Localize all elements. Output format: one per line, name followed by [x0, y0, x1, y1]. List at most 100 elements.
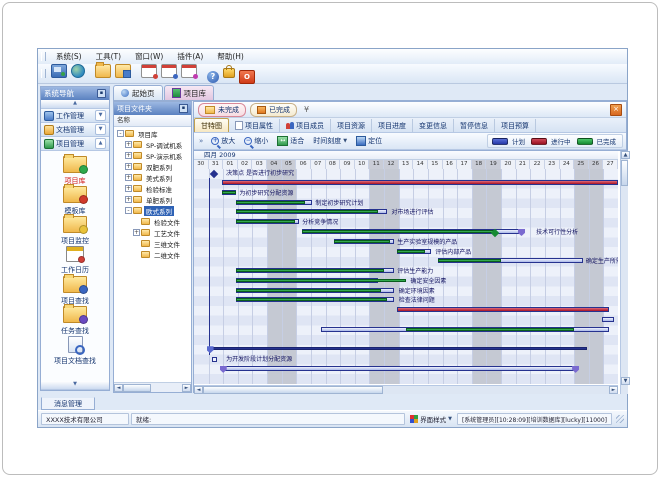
sidebar-section-proj[interactable]: 项目管理▲	[41, 137, 109, 151]
gantt-tool-locate[interactable]: 定位	[353, 135, 385, 147]
tab-project-library[interactable]: 项目库	[164, 85, 215, 100]
interface-style-button[interactable]: 界面样式 ▼	[407, 414, 455, 424]
menu-item-window[interactable]: 窗口(W)	[128, 52, 170, 61]
tab-start-page[interactable]: 起始页	[113, 85, 163, 100]
pin-icon[interactable]: ▪	[179, 104, 188, 113]
tree-expander-icon[interactable]: +	[125, 196, 132, 203]
sidebar-item-folder-red[interactable]: 模板库	[41, 183, 109, 213]
sidebar-collapse-strip[interactable]: ▲	[41, 100, 109, 109]
scroll-right-icon[interactable]: ►	[182, 384, 191, 392]
scroll-right-icon[interactable]: ►	[609, 386, 618, 394]
scroll-thumb[interactable]	[203, 386, 383, 394]
gantt-milestone[interactable]	[210, 170, 218, 178]
gantt-bar-done[interactable]	[236, 298, 387, 301]
gantt-milestone[interactable]	[220, 366, 227, 373]
power-icon[interactable]: O	[239, 70, 255, 84]
folder-icon[interactable]	[95, 64, 111, 78]
tree-item[interactable]: +SP-调试机系	[114, 139, 191, 150]
cal-red-icon[interactable]	[141, 64, 157, 78]
sidebar-item-folder-star[interactable]: 项目监控	[41, 213, 109, 243]
help-icon[interactable]: ?	[207, 71, 219, 83]
menu-item-system[interactable]: 系统(S)	[49, 52, 89, 61]
tree-column-header[interactable]: 名称	[114, 115, 191, 127]
gantt-bar-done[interactable]	[236, 201, 305, 204]
tab-3[interactable]: 项目资源	[331, 119, 372, 132]
tree-item[interactable]: 三维文件	[114, 238, 191, 249]
monitor-icon[interactable]	[51, 64, 67, 78]
gantt-vscrollbar[interactable]: ▲ ▼	[620, 151, 628, 394]
scroll-thumb[interactable]	[123, 384, 151, 392]
sidebar-item-doc-search[interactable]: 项目文档查找	[41, 333, 109, 363]
gantt-bar-done[interactable]	[236, 210, 378, 213]
gantt-bar-summary[interactable]	[210, 347, 587, 350]
tree-expander-icon[interactable]: +	[125, 185, 132, 192]
gantt-bar-done[interactable]	[334, 240, 390, 243]
tab-5[interactable]: 变更信息	[413, 119, 454, 132]
sidebar-item-calendar[interactable]: 工作日历	[41, 243, 109, 273]
chevron-icon[interactable]: ▲	[95, 138, 106, 149]
tree-expander-icon[interactable]: -	[125, 207, 132, 214]
gantt-bar-done[interactable]	[397, 250, 425, 253]
message-management-tab[interactable]: 消息管理	[41, 397, 95, 410]
tree-expander-icon[interactable]: +	[125, 163, 132, 170]
gantt-tool-fit[interactable]: ↔适合	[274, 135, 307, 147]
tree-item[interactable]: +双肥系列	[114, 161, 191, 172]
gantt-bar-done[interactable]	[236, 220, 294, 223]
chevron-icon[interactable]: »	[197, 137, 205, 145]
scroll-left-icon[interactable]: ◄	[114, 384, 123, 392]
sidebar-section-doc[interactable]: 文档管理▼	[41, 123, 109, 137]
lock-icon[interactable]	[223, 68, 235, 78]
tree-expander-icon[interactable]: +	[125, 152, 132, 159]
gantt-bar-done[interactable]	[236, 279, 406, 282]
menu-item-plugins[interactable]: 插件(A)	[170, 52, 210, 61]
chevron-icon[interactable]: ▼	[95, 110, 106, 121]
tab-2[interactable]: 项目成员	[280, 119, 331, 132]
gantt-bar-done[interactable]	[406, 328, 574, 331]
menu-item-tools[interactable]: 工具(T)	[89, 52, 128, 61]
gantt-milestone[interactable]	[212, 357, 217, 362]
currency-button[interactable]: ¥	[301, 105, 312, 114]
gantt-bar-done[interactable]	[236, 269, 384, 272]
tab-7[interactable]: 项目预算	[495, 119, 536, 132]
gantt-tool-[interactable]: 时间刻度▼	[310, 135, 350, 147]
cal-pink-icon[interactable]	[181, 64, 197, 78]
chevron-icon[interactable]: ▼	[95, 124, 106, 135]
tree-item[interactable]: -项目库	[114, 128, 191, 139]
tree-expander-icon[interactable]: +	[133, 229, 140, 236]
gantt-bar-done[interactable]	[236, 289, 381, 292]
gantt-bar-done[interactable]	[222, 191, 236, 194]
tree-item[interactable]: +单肥系列	[114, 194, 191, 205]
gantt-bar-prog[interactable]	[397, 307, 609, 312]
tree-item[interactable]: -欧式系列	[114, 205, 191, 216]
sidebar-section-work[interactable]: 工作管理▼	[41, 109, 109, 123]
scroll-up-icon[interactable]: ▲	[621, 151, 630, 159]
sidebar-item-folder-search2[interactable]: 任务查找	[41, 303, 109, 333]
tree-item[interactable]: +SP-演示机系	[114, 150, 191, 161]
tree-item[interactable]: 二维文件	[114, 249, 191, 260]
globe-icon[interactable]	[71, 64, 85, 78]
close-icon[interactable]: ×	[610, 104, 622, 116]
sidebar-bottom-strip[interactable]: ▼	[41, 381, 109, 390]
cal-user-icon[interactable]	[161, 64, 177, 78]
tree-expander-icon[interactable]: -	[117, 130, 124, 137]
gantt-hscrollbar[interactable]: ◄ ►	[194, 385, 618, 394]
gantt-bar-done[interactable]	[438, 259, 501, 262]
finished-filter-button[interactable]: 已完成	[250, 103, 297, 117]
gantt-bar-plan[interactable]	[602, 317, 614, 322]
tab-0[interactable]: 甘特图	[194, 118, 229, 132]
gantt-bar-plan[interactable]	[223, 366, 575, 371]
sidebar-item-folder-search[interactable]: 项目查找	[41, 273, 109, 303]
scroll-left-icon[interactable]: ◄	[194, 386, 203, 394]
scroll-down-icon[interactable]: ▼	[621, 377, 630, 385]
gantt-tool-zoomin[interactable]: +放大	[208, 135, 238, 147]
resize-grip[interactable]	[616, 415, 624, 423]
pin-icon[interactable]: ▪	[97, 89, 106, 98]
unfinished-filter-button[interactable]: 未完成	[198, 103, 246, 117]
tree-item[interactable]: +工艺文件	[114, 227, 191, 238]
tab-6[interactable]: 暂停信息	[454, 119, 495, 132]
tab-4[interactable]: 项目进度	[372, 119, 413, 132]
scroll-thumb[interactable]	[621, 160, 628, 186]
gantt-milestone[interactable]	[518, 229, 525, 236]
tree-item[interactable]: +检验标准	[114, 183, 191, 194]
tree-expander-icon[interactable]: +	[125, 174, 132, 181]
